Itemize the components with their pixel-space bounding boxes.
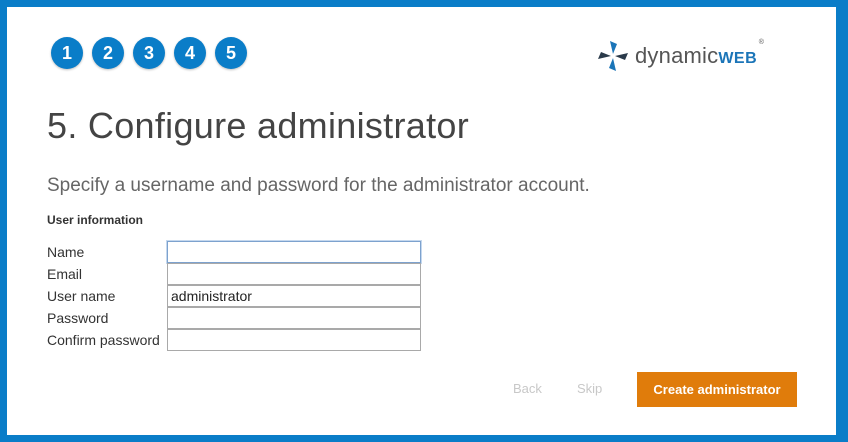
form-row-password: Password — [47, 307, 427, 329]
username-label: User name — [47, 288, 116, 304]
back-button[interactable]: Back — [513, 381, 542, 396]
username-field[interactable] — [167, 285, 421, 307]
name-field[interactable] — [167, 241, 421, 263]
password-label: Password — [47, 310, 109, 326]
create-administrator-button[interactable]: Create administrator — [637, 372, 797, 407]
form-row-name: Name — [47, 241, 427, 263]
password-field[interactable] — [167, 307, 421, 329]
logo-text-main: dynamic — [635, 43, 719, 68]
form-row-email: Email — [47, 263, 427, 285]
step-1[interactable]: 1 — [51, 37, 83, 69]
logo-text-accent: WEB — [718, 50, 758, 67]
step-5[interactable]: 5 — [215, 37, 247, 69]
confirm-password-field[interactable] — [167, 329, 421, 351]
registered-mark: ® — [758, 39, 765, 46]
step-4[interactable]: 4 — [174, 37, 206, 69]
confirm-password-label: Confirm password — [47, 332, 160, 348]
section-title-user-information: User information — [47, 213, 144, 227]
logo-wordmark: dynamicWEB ® — [635, 39, 764, 69]
email-label: Email — [47, 266, 83, 282]
dynamicweb-logo: dynamicWEB ® — [596, 39, 764, 73]
installer-panel: 1 2 3 4 5 dynamicWEB ® 5. Configure admi… — [7, 7, 836, 435]
form-row-username: User name — [47, 285, 427, 307]
name-label: Name — [47, 244, 85, 260]
dynamicweb-pinwheel-icon — [596, 39, 630, 73]
step-3[interactable]: 3 — [133, 37, 165, 69]
page-subtitle: Specify a username and password for the … — [47, 175, 590, 196]
step-2[interactable]: 2 — [92, 37, 124, 69]
skip-button[interactable]: Skip — [577, 381, 602, 396]
form-row-confirm-password: Confirm password — [47, 329, 427, 351]
step-indicator: 1 2 3 4 5 — [51, 37, 247, 69]
email-field[interactable] — [167, 263, 421, 285]
page-title: 5. Configure administrator — [47, 105, 469, 146]
